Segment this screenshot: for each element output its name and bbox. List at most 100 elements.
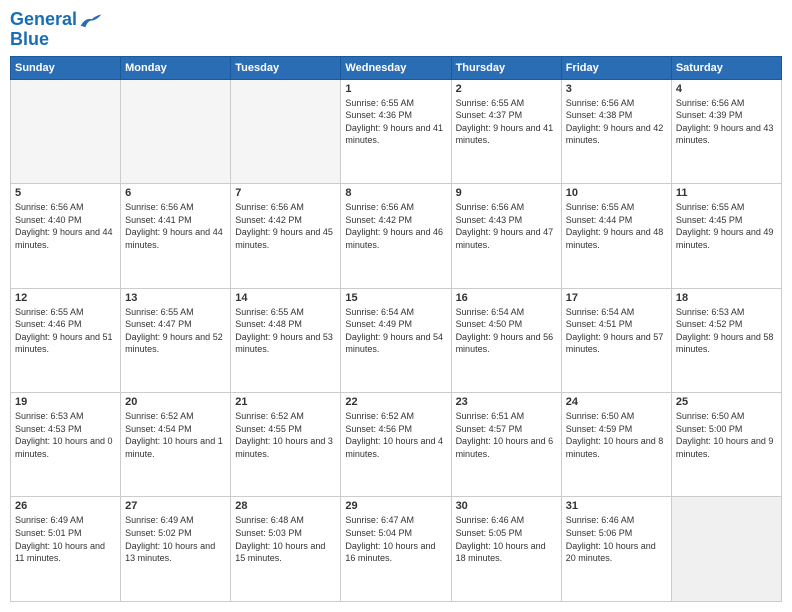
day-cell [11,79,121,183]
day-cell: 10 Sunrise: 6:55 AMSunset: 4:44 PMDayligh… [561,184,671,288]
logo-text: General Blue [10,10,103,50]
day-number: 19 [15,396,116,408]
day-info: Sunrise: 6:56 AMSunset: 4:38 PMDaylight:… [566,97,667,147]
day-number: 27 [125,500,226,512]
day-cell: 7Sunrise: 6:56 AMSunset: 4:42 PMDaylight… [231,184,341,288]
page: General Blue Sunday Monday Tuesday Wedne… [0,0,792,612]
day-info: Sunrise: 6:56 AMSunset: 4:41 PMDaylight:… [125,201,226,251]
day-info: Sunrise: 6:53 AMSunset: 4:53 PMDaylight:… [15,410,116,460]
day-info: Sunrise: 6:56 AMSunset: 4:40 PMDaylight:… [15,201,116,251]
day-info: Sunrise: 6:54 AMSunset: 4:50 PMDaylight:… [456,306,557,356]
day-number: 13 [125,292,226,304]
day-info: Sunrise: 6:46 AMSunset: 5:06 PMDaylight:… [566,514,667,564]
day-info: Sunrise: 6:55 AMSunset: 4:37 PMDaylight:… [456,97,557,147]
day-info: Sunrise: 6:52 AMSunset: 4:54 PMDaylight:… [125,410,226,460]
day-info: Sunrise: 6:56 AMSunset: 4:39 PMDaylight:… [676,97,777,147]
day-cell: 2 Sunrise: 6:55 AMSunset: 4:37 PMDaylight… [451,79,561,183]
day-cell [231,79,341,183]
day-cell: 12Sunrise: 6:55 AMSunset: 4:46 PMDayligh… [11,288,121,392]
day-info: Sunrise: 6:56 AMSunset: 4:43 PMDaylight:… [456,201,557,251]
day-number: 23 [456,396,557,408]
day-number: 6 [125,187,226,199]
logo: General Blue [10,10,103,50]
day-info: Sunrise: 6:55 AMSunset: 4:48 PMDaylight:… [235,306,336,356]
week-row-4: 19 Sunrise: 6:53 AMSunset: 4:53 PMDayligh… [11,393,782,497]
header-wednesday: Wednesday [341,56,451,79]
day-cell: 11 Sunrise: 6:55 AMSunset: 4:45 PMDayligh… [671,184,781,288]
day-cell: 18Sunrise: 6:53 AMSunset: 4:52 PMDayligh… [671,288,781,392]
day-cell: 27 Sunrise: 6:49 AMSunset: 5:02 PMDayligh… [121,497,231,602]
day-info: Sunrise: 6:56 AMSunset: 4:42 PMDaylight:… [235,201,336,251]
day-cell: 13 Sunrise: 6:55 AMSunset: 4:47 PMDayligh… [121,288,231,392]
day-number: 14 [235,292,336,304]
day-number: 25 [676,396,777,408]
day-cell: 19 Sunrise: 6:53 AMSunset: 4:53 PMDayligh… [11,393,121,497]
day-info: Sunrise: 6:55 AMSunset: 4:47 PMDaylight:… [125,306,226,356]
day-info: Sunrise: 6:49 AMSunset: 5:02 PMDaylight:… [125,514,226,564]
day-number: 11 [676,187,777,199]
header-sunday: Sunday [11,56,121,79]
day-number: 8 [345,187,446,199]
day-number: 31 [566,500,667,512]
day-number: 5 [15,187,116,199]
week-row-5: 26 Sunrise: 6:49 AMSunset: 5:01 PMDayligh… [11,497,782,602]
logo-text-blue: Blue [10,29,49,49]
day-info: Sunrise: 6:54 AMSunset: 4:51 PMDaylight:… [566,306,667,356]
day-cell: 21 Sunrise: 6:52 AMSunset: 4:55 PMDayligh… [231,393,341,497]
day-cell: 25 Sunrise: 6:50 AMSunset: 5:00 PMDayligh… [671,393,781,497]
day-cell: 1Sunrise: 6:55 AMSunset: 4:36 PMDaylight… [341,79,451,183]
day-info: Sunrise: 6:47 AMSunset: 5:04 PMDaylight:… [345,514,446,564]
header: General Blue [10,10,782,50]
day-number: 29 [345,500,446,512]
day-info: Sunrise: 6:48 AMSunset: 5:03 PMDaylight:… [235,514,336,564]
day-cell: 4 Sunrise: 6:56 AMSunset: 4:39 PMDaylight… [671,79,781,183]
day-number: 30 [456,500,557,512]
day-number: 3 [566,83,667,95]
day-cell: 16 Sunrise: 6:54 AMSunset: 4:50 PMDayligh… [451,288,561,392]
header-monday: Monday [121,56,231,79]
day-cell: 29 Sunrise: 6:47 AMSunset: 5:04 PMDayligh… [341,497,451,602]
day-cell: 3 Sunrise: 6:56 AMSunset: 4:38 PMDaylight… [561,79,671,183]
calendar-table: Sunday Monday Tuesday Wednesday Thursday… [10,56,782,602]
day-number: 9 [456,187,557,199]
day-info: Sunrise: 6:56 AMSunset: 4:42 PMDaylight:… [345,201,446,251]
day-cell: 28 Sunrise: 6:48 AMSunset: 5:03 PMDayligh… [231,497,341,602]
week-row-1: 1Sunrise: 6:55 AMSunset: 4:36 PMDaylight… [11,79,782,183]
header-friday: Friday [561,56,671,79]
day-cell [121,79,231,183]
day-info: Sunrise: 6:50 AMSunset: 4:59 PMDaylight:… [566,410,667,460]
day-info: Sunrise: 6:52 AMSunset: 4:55 PMDaylight:… [235,410,336,460]
day-number: 21 [235,396,336,408]
day-number: 4 [676,83,777,95]
week-row-2: 5 Sunrise: 6:56 AMSunset: 4:40 PMDaylight… [11,184,782,288]
day-number: 22 [345,396,446,408]
day-info: Sunrise: 6:55 AMSunset: 4:44 PMDaylight:… [566,201,667,251]
day-info: Sunrise: 6:49 AMSunset: 5:01 PMDaylight:… [15,514,116,564]
day-cell: 24Sunrise: 6:50 AMSunset: 4:59 PMDayligh… [561,393,671,497]
logo-text-general: General [10,9,77,29]
header-thursday: Thursday [451,56,561,79]
day-cell [671,497,781,602]
day-number: 10 [566,187,667,199]
day-info: Sunrise: 6:50 AMSunset: 5:00 PMDaylight:… [676,410,777,460]
day-number: 20 [125,396,226,408]
day-number: 18 [676,292,777,304]
logo-bird-icon [79,11,103,29]
day-cell: 23Sunrise: 6:51 AMSunset: 4:57 PMDayligh… [451,393,561,497]
day-cell: 9 Sunrise: 6:56 AMSunset: 4:43 PMDaylight… [451,184,561,288]
day-number: 17 [566,292,667,304]
day-cell: 17 Sunrise: 6:54 AMSunset: 4:51 PMDayligh… [561,288,671,392]
day-number: 28 [235,500,336,512]
day-number: 2 [456,83,557,95]
day-number: 16 [456,292,557,304]
day-info: Sunrise: 6:55 AMSunset: 4:45 PMDaylight:… [676,201,777,251]
day-info: Sunrise: 6:52 AMSunset: 4:56 PMDaylight:… [345,410,446,460]
day-number: 12 [15,292,116,304]
week-row-3: 12Sunrise: 6:55 AMSunset: 4:46 PMDayligh… [11,288,782,392]
day-number: 26 [15,500,116,512]
day-cell: 31 Sunrise: 6:46 AMSunset: 5:06 PMDayligh… [561,497,671,602]
day-cell: 14 Sunrise: 6:55 AMSunset: 4:48 PMDayligh… [231,288,341,392]
header-tuesday: Tuesday [231,56,341,79]
day-cell: 20 Sunrise: 6:52 AMSunset: 4:54 PMDayligh… [121,393,231,497]
header-saturday: Saturday [671,56,781,79]
